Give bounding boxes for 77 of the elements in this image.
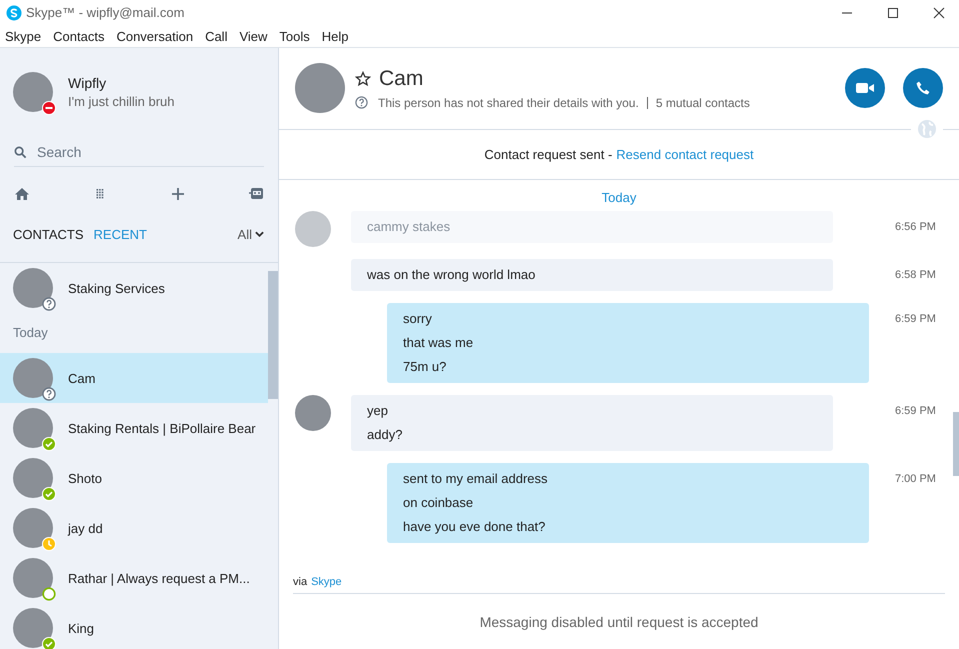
search-icon — [14, 146, 27, 158]
menu-item[interactable]: Help — [316, 28, 355, 44]
mood-message: I'm just chillin bruh — [68, 94, 175, 109]
message-time: 6:56 PM — [895, 221, 936, 233]
contact-name: Rathar | Always request a PM... — [68, 570, 250, 586]
contact-item[interactable]: Cam — [0, 353, 268, 403]
avatar-placeholder — [13, 508, 53, 548]
bot-icon[interactable] — [248, 186, 264, 202]
avatar-placeholder — [13, 558, 53, 598]
contact-item[interactable]: Staking Rentals | BiPollaire Bear — [0, 403, 268, 453]
profile-name: Wipfly — [68, 75, 108, 91]
request-status: Contact request sent - — [484, 147, 612, 162]
menu-item[interactable]: Tools — [273, 28, 316, 44]
avatar-placeholder — [295, 63, 345, 113]
via-label: via — [293, 576, 308, 588]
message-text: that was me — [403, 334, 474, 352]
menu-item[interactable]: View — [233, 28, 274, 44]
skype-logo-icon — [6, 4, 22, 20]
caret-icon — [255, 231, 264, 237]
contact-name: Cam — [379, 66, 424, 90]
star-icon[interactable] — [355, 70, 371, 86]
contact-name: Cam — [68, 370, 96, 386]
contact-name: Shoto — [68, 470, 102, 486]
mutual-contacts: 5 mutual contacts — [656, 96, 750, 110]
message-text: on coinbase — [403, 494, 474, 512]
contact-item[interactable]: Staking Services — [0, 263, 268, 313]
message-text: cammy stakes — [367, 218, 452, 236]
avatar-placeholder — [13, 458, 53, 498]
message-text: 75m u? — [403, 358, 448, 376]
contact-item[interactable]: Shoto — [0, 453, 268, 503]
message-text: sent to my email address — [403, 470, 549, 488]
call-button[interactable] — [903, 68, 943, 108]
message-time: 6:58 PM — [895, 269, 936, 281]
contact-name: King — [68, 620, 94, 636]
message-text: have you eve done that? — [403, 518, 546, 536]
skype-link[interactable]: Skype — [311, 576, 342, 588]
message-time: 6:59 PM — [895, 405, 936, 417]
message-time: 6:59 PM — [895, 313, 936, 325]
home-icon[interactable] — [14, 186, 30, 202]
avatar-placeholder — [13, 72, 53, 112]
tab[interactable]: CONTACTS — [13, 226, 84, 242]
menu-item[interactable]: Skype — [0, 28, 48, 44]
resend-request-link[interactable]: Resend contact request — [616, 147, 754, 162]
contact-info: This person has not shared their details with you. — [378, 96, 639, 110]
contact-name: Staking Services — [68, 280, 165, 296]
contact-name: jay dd — [68, 520, 103, 536]
messaging-disabled-notice: Messaging disabled until request is accepted — [480, 614, 758, 630]
contact-item[interactable]: jay dd — [0, 503, 268, 553]
message-text: was on the wrong world lmao — [367, 266, 536, 284]
scrollbar-thumb[interactable] — [953, 412, 959, 476]
video-camera-icon — [855, 80, 875, 96]
maximize-icon[interactable] — [887, 6, 899, 18]
globe-icon — [917, 119, 937, 139]
avatar-placeholder — [13, 608, 53, 648]
search-field[interactable]: Search — [37, 144, 237, 160]
avatar-placeholder — [13, 408, 53, 448]
menu-item[interactable]: Contacts — [47, 28, 110, 44]
message-text: sorry — [403, 310, 433, 328]
menu-item[interactable]: Conversation — [110, 28, 200, 44]
section-header: Today — [12, 324, 49, 342]
scrollbar-thumb[interactable] — [268, 271, 278, 399]
contact-item[interactable]: Rathar | Always request a PM... — [0, 553, 268, 603]
avatar-placeholder — [13, 358, 53, 398]
question-icon — [355, 96, 368, 109]
contact-name: Staking Rentals | BiPollaire Bear — [68, 420, 256, 436]
message-time: 7:00 PM — [895, 473, 936, 485]
add-icon[interactable] — [170, 186, 186, 202]
menu-item[interactable]: Call — [199, 28, 234, 44]
filter-dropdown[interactable]: All — [238, 226, 264, 242]
avatar-placeholder — [13, 268, 53, 308]
video-call-button[interactable] — [845, 68, 885, 108]
contact-item[interactable]: King — [0, 603, 268, 649]
window-title: Skype™ - wipfly@mail.com — [26, 5, 184, 20]
date-divider: Today — [602, 190, 636, 205]
message-text: addy? — [367, 426, 404, 444]
close-icon[interactable] — [933, 6, 945, 18]
message-text: yep — [367, 402, 389, 420]
